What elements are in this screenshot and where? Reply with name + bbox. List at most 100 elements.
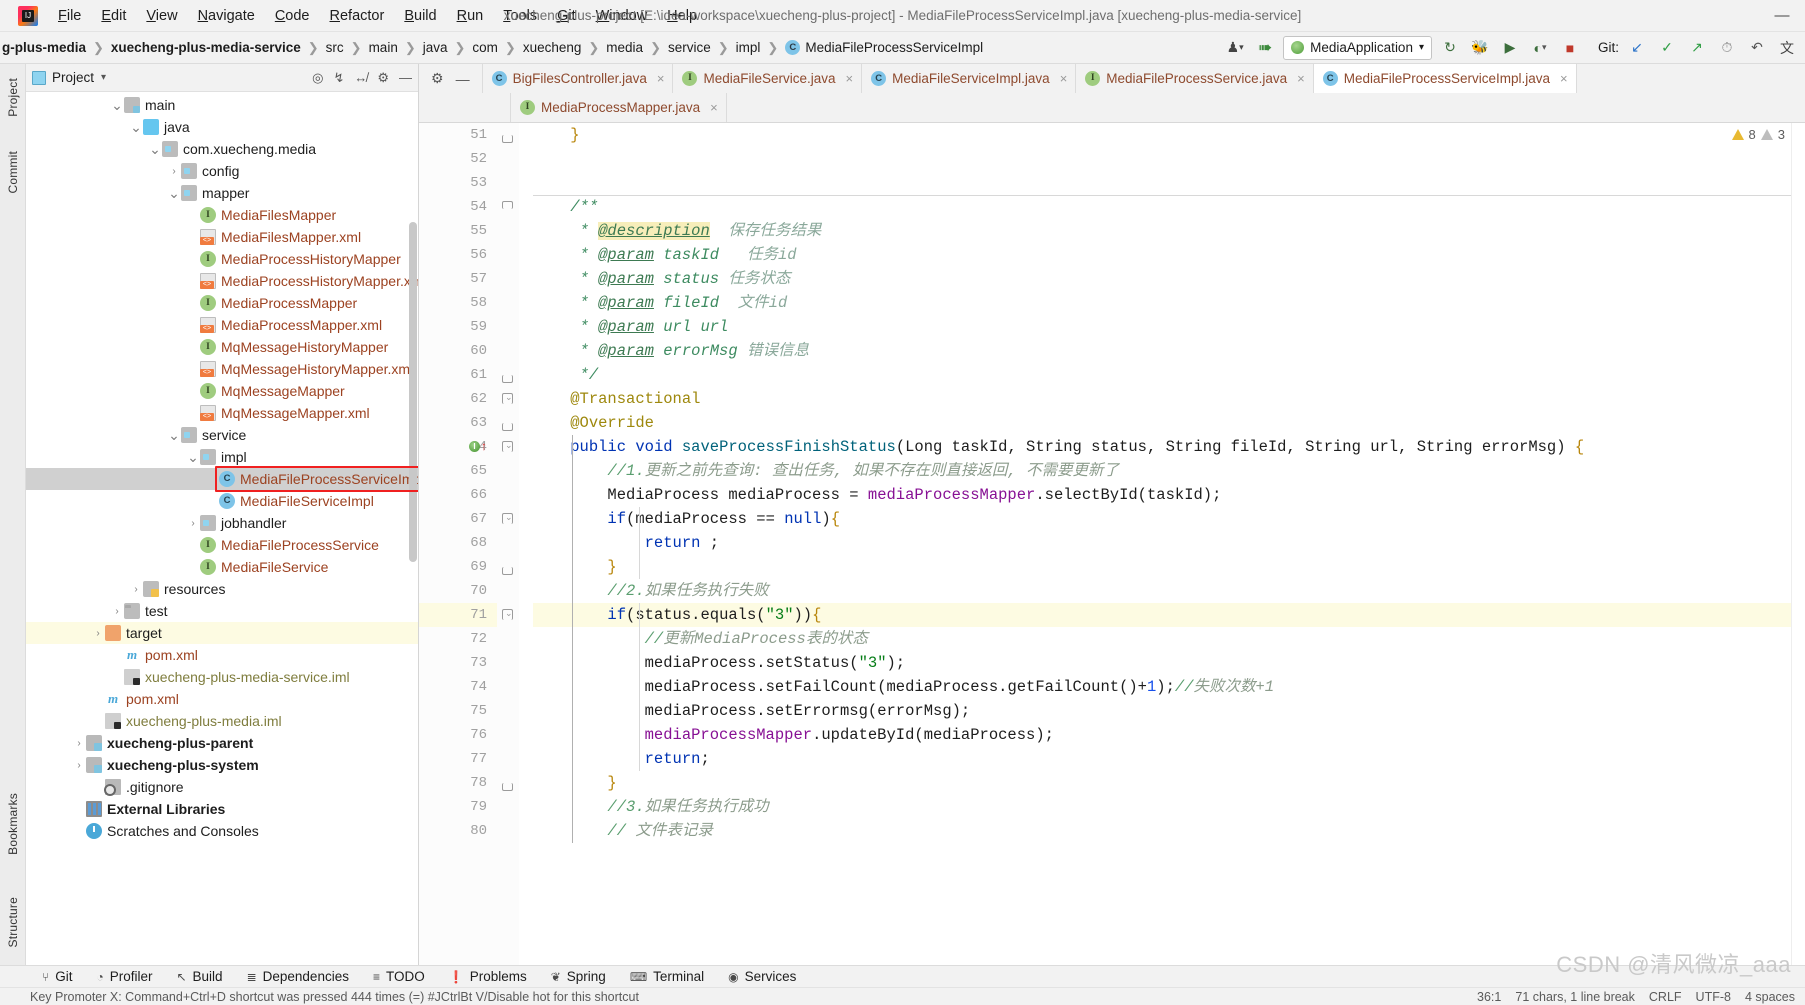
tree-node-external-libraries[interactable]: External Libraries [26,798,418,820]
tree-node-mediafileservice[interactable]: I MediaFileService [26,556,418,578]
hide-panel-icon[interactable]: — [399,70,412,85]
code-fold-close-marker[interactable] [502,423,513,431]
tree-node-scratches-and-consoles[interactable]: Scratches and Consoles [26,820,418,842]
code-line[interactable] [533,147,1805,171]
project-tree[interactable]: ⌄ main ⌄ java ⌄ com.xuecheng.media › config ⌄ map… [26,92,418,965]
code-fold-open-marker[interactable] [502,201,513,209]
code-line[interactable]: @Transactional [533,387,1805,411]
collapse-all-icon[interactable]: ↮ [354,70,367,85]
chevron-right-icon[interactable]: › [110,606,124,617]
bottom-tool-window-bar[interactable]: ⑂ Git ◔ Profiler ↖ Build ≣ Dependencies ≡ TODO ❗ Pr… [0,965,1805,987]
settings-gear-icon[interactable]: ⚙ [377,70,389,86]
code-fold-close-marker[interactable] [502,375,513,383]
tree-node-mediaprocesshistorymapper[interactable]: I MediaProcessHistoryMapper [26,248,418,270]
code-line[interactable]: // 文件表记录 [533,819,1805,843]
code-line[interactable]: /** [533,195,1805,219]
editor-tabs[interactable]: ⚙ — C BigFilesController.java × I MediaFileS… [419,64,1805,123]
tree-node-xuecheng-plus-parent[interactable]: › xuecheng-plus-parent [26,732,418,754]
tree-node-java[interactable]: ⌄ java [26,116,418,138]
tree-node-mediaprocesshistorymapper-xml[interactable]: MediaProcessHistoryMapper.xml [26,270,418,292]
code-fold-collapse-marker[interactable]: ⌄ [502,440,513,452]
line-number-gutter[interactable]: 5152535455565758596061626364I↑6566676869… [419,123,497,965]
editor-tab-mediafileserviceimpl-java[interactable]: C MediaFileServiceImpl.java × [862,64,1077,93]
editor-tab-mediafileservice-java[interactable]: I MediaFileService.java × [673,64,863,93]
implementing-method-arrow-icon[interactable]: ↑ [481,440,487,452]
code-line[interactable]: return; [533,747,1805,771]
tree-node-main[interactable]: ⌄ main [26,94,418,116]
code-folding-column[interactable]: ⌄ ⌄ ⌄ ⌄ [497,123,519,965]
chevron-right-icon[interactable]: › [186,518,200,529]
editor-tabs-row-1[interactable]: ⚙ — C BigFilesController.java × I MediaFileS… [419,64,1805,93]
git-rollback-icon[interactable]: ↶ [1745,36,1769,60]
breadcrumb-item-java[interactable]: java [421,40,450,55]
caret-position[interactable]: 36:1 [1477,990,1501,1004]
tree-node-mqmessagehistorymapper-xml[interactable]: MqMessageHistoryMapper.xml [26,358,418,380]
tree-node-mediafileprocessserviceimpl[interactable]: C MediaFileProcessServiceImpl [26,468,418,490]
code-line[interactable]: * @param fileId 文件id [533,291,1805,315]
breadcrumb-item-xuecheng-plus-media-service[interactable]: xuecheng-plus-media-service [109,40,303,55]
git-commit-icon[interactable]: ✓ [1655,36,1679,60]
menu-refactor[interactable]: Refactor [320,4,395,28]
code-line[interactable]: //更新MediaProcess表的状态 [533,627,1805,651]
code-line[interactable]: mediaProcess.setFailCount(mediaProcess.g… [533,675,1805,699]
chevron-down-icon[interactable]: ⌄ [148,142,162,156]
tree-node-config[interactable]: › config [26,160,418,182]
tree-node-xuecheng-plus-media-iml[interactable]: xuecheng-plus-media.iml [26,710,418,732]
debug-icon[interactable]: 🐝 [1468,36,1492,60]
menu-tools[interactable]: Tools [493,4,547,28]
code-line[interactable]: //3.如果任务执行成功 [533,795,1805,819]
breadcrumb-item-xuecheng[interactable]: xuecheng [521,40,584,55]
chevron-right-icon[interactable]: › [91,628,105,639]
git-update-icon[interactable]: ↙ [1625,36,1649,60]
code-line[interactable]: * @param status 任务状态 [533,267,1805,291]
file-encoding[interactable]: UTF-8 [1696,990,1731,1004]
menu-navigate[interactable]: Navigate [188,4,265,28]
hammer-build-icon[interactable]: ➠ [1253,36,1277,60]
breadcrumb-item-com[interactable]: com [470,40,500,55]
chevron-right-icon[interactable]: › [72,760,86,771]
code-line[interactable]: } [533,771,1805,795]
window-controls[interactable]: — [1765,1,1805,31]
breadcrumb-item-mediafileprocessserviceimpl[interactable]: C MediaFileProcessServiceImpl [783,40,985,55]
run-configuration-selector[interactable]: MediaApplication ▾ [1283,35,1432,60]
menu-run[interactable]: Run [447,4,494,28]
breadcrumb-item-main[interactable]: main [367,40,400,55]
menu-bar[interactable]: File Edit View Navigate Code Refactor Build Run… [48,4,707,28]
tool-window-button-profiler[interactable]: ◔ Profiler [84,966,164,988]
settings-gear-icon[interactable]: ⚙ [431,70,444,87]
tree-node-mediafilesmapper-xml[interactable]: MediaFilesMapper.xml [26,226,418,248]
tree-node-mqmessagemapper[interactable]: I MqMessageMapper [26,380,418,402]
main-toolbar[interactable]: ♟ ▾ ➠ MediaApplication ▾ ↻ 🐝 ▶ ◐ ▾ ■ Git: … [1223,35,1805,60]
tree-node-resources[interactable]: › resources [26,578,418,600]
breadcrumb-item-media[interactable]: media [604,40,645,55]
tree-node--gitignore[interactable]: .gitignore [26,776,418,798]
search-everywhere-icon[interactable]: 文 [1775,36,1799,60]
chevron-down-icon[interactable]: ⌄ [167,428,181,442]
breadcrumb-item-src[interactable]: src [324,40,346,55]
expand-all-icon[interactable]: ↯ [333,70,344,86]
profiler-icon[interactable]: ◐ ▾ [1528,36,1552,60]
tree-node-mapper[interactable]: ⌄ mapper [26,182,418,204]
code-fold-close-marker[interactable] [502,135,513,143]
menu-window[interactable]: Window [586,4,658,28]
menu-build[interactable]: Build [394,4,446,28]
code-line[interactable]: return ; [533,531,1805,555]
rerun-icon[interactable]: ↻ [1438,36,1462,60]
chevron-right-icon[interactable]: › [167,166,181,177]
code-line[interactable]: if(mediaProcess == null){ [533,507,1805,531]
code-line[interactable]: * @param errorMsg 错误信息 [533,339,1805,363]
editor-tab-mediafileprocessserviceimpl-java[interactable]: C MediaFileProcessServiceImpl.java × [1313,64,1577,93]
breadcrumb[interactable]: g-plus-media ❯ xuecheng-plus-media-service… [0,40,985,56]
code-fold-collapse-marker[interactable]: ⌄ [502,608,513,620]
code-line[interactable]: */ [533,363,1805,387]
breadcrumb-item-service[interactable]: service [666,40,713,55]
code-fold-collapse-marker[interactable]: ⌄ [502,392,513,404]
chevron-down-icon[interactable]: ⌄ [110,98,124,112]
inspection-status-widget[interactable]: 8 3 [1731,127,1785,142]
tree-node-test[interactable]: › test [26,600,418,622]
select-opened-file-icon[interactable]: ◎ [312,70,323,86]
tree-node-pom-xml[interactable]: m pom.xml [26,688,418,710]
tree-node-service[interactable]: ⌄ service [26,424,418,446]
stripe-button-structure[interactable]: Structure [6,889,20,956]
tree-node-xuecheng-plus-system[interactable]: › xuecheng-plus-system [26,754,418,776]
